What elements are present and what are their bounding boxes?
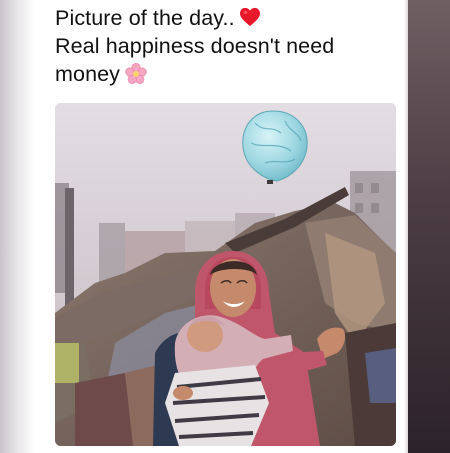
caption-title: Picture of the day..	[55, 6, 235, 30]
post-caption: Picture of the day.. Real happiness does…	[55, 4, 395, 88]
photo-illustration	[55, 103, 396, 446]
caption-line-2: Real happiness doesn't need	[55, 34, 335, 58]
right-border	[408, 0, 450, 453]
red-heart-icon	[239, 6, 261, 27]
photo-mother-baby-balloon	[55, 103, 396, 446]
caption-line-1: Picture of the day..	[55, 4, 395, 32]
left-border	[0, 0, 36, 453]
caption-money: money	[55, 62, 121, 86]
caption-line-3: money	[55, 60, 395, 88]
pink-flower-icon	[124, 62, 148, 86]
meme-post: Picture of the day.. Real happiness does…	[0, 0, 450, 453]
